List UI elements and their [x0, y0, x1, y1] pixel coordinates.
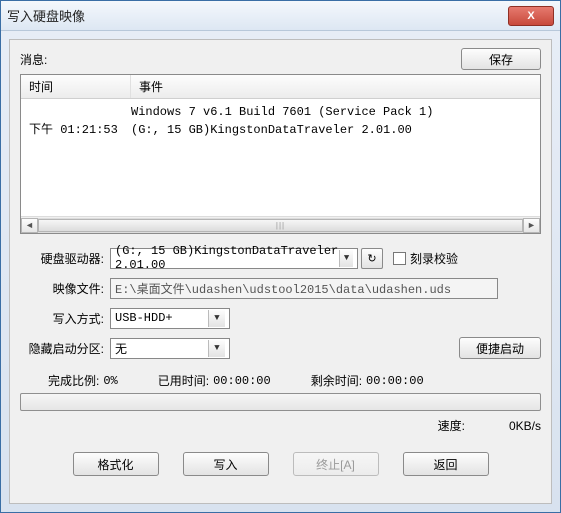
remain-value: 00:00:00 — [366, 374, 424, 388]
format-button[interactable]: 格式化 — [73, 452, 159, 476]
form-area: 硬盘驱动器: (G:, 15 GB)KingstonDataTraveler 2… — [20, 246, 541, 360]
save-button[interactable]: 保存 — [461, 48, 541, 70]
scroll-left-arrow-icon[interactable]: ◄ — [21, 218, 38, 233]
refresh-icon: ↻ — [367, 252, 376, 265]
window-title: 写入硬盘映像 — [7, 6, 85, 25]
chevron-down-icon: ▼ — [339, 250, 353, 267]
write-button[interactable]: 写入 — [183, 452, 269, 476]
scroll-thumb[interactable]: ||| — [38, 219, 523, 232]
verify-label: 刻录校验 — [410, 250, 458, 267]
checkbox-box-icon — [393, 252, 406, 265]
verify-checkbox[interactable]: 刻录校验 — [393, 250, 458, 267]
write-mode-combobox[interactable]: USB-HDD+ ▼ — [110, 308, 230, 329]
log-row: 下午 01:21:53 (G:, 15 GB)KingstonDataTrave… — [29, 121, 532, 139]
drive-label: 硬盘驱动器: — [20, 250, 110, 267]
speed-row: 速度: 0KB/s — [20, 417, 541, 434]
log-listview[interactable]: 时间 事件 Windows 7 v6.1 Build 7601 (Service… — [20, 74, 541, 234]
column-event-header[interactable]: 事件 — [131, 75, 540, 98]
scroll-track[interactable]: ||| — [38, 218, 523, 233]
log-header: 时间 事件 — [21, 75, 540, 99]
progress-bar — [20, 393, 541, 411]
file-label: 映像文件: — [20, 280, 110, 297]
button-row: 格式化 写入 终止[A] 返回 — [20, 452, 541, 476]
scroll-right-arrow-icon[interactable]: ► — [523, 218, 540, 233]
drive-value: (G:, 15 GB)KingstonDataTraveler 2.01.00 — [115, 244, 339, 272]
log-event: Windows 7 v6.1 Build 7601 (Service Pack … — [131, 103, 532, 121]
column-time-header[interactable]: 时间 — [21, 75, 131, 98]
speed-label: 速度: — [438, 417, 465, 434]
log-row: Windows 7 v6.1 Build 7601 (Service Pack … — [29, 103, 532, 121]
mode-label: 写入方式: — [20, 310, 110, 327]
horizontal-scrollbar[interactable]: ◄ ||| ► — [21, 216, 540, 233]
refresh-button[interactable]: ↻ — [361, 248, 383, 269]
back-button[interactable]: 返回 — [403, 452, 489, 476]
content-area: 消息: 保存 时间 事件 Windows 7 v6.1 Build 7601 (… — [9, 39, 552, 504]
hidden-boot-combobox[interactable]: 无 ▼ — [110, 338, 230, 359]
log-body: Windows 7 v6.1 Build 7601 (Service Pack … — [21, 99, 540, 216]
abort-button: 终止[A] — [293, 452, 379, 476]
drive-combobox[interactable]: (G:, 15 GB)KingstonDataTraveler 2.01.00 … — [110, 248, 358, 269]
hidden-boot-label: 隐藏启动分区: — [20, 340, 110, 357]
percent-label: 完成比例: — [48, 372, 99, 389]
title-bar[interactable]: 写入硬盘映像 X — [1, 1, 560, 31]
elapsed-label: 已用时间: — [158, 372, 209, 389]
percent-value: 0% — [103, 374, 117, 388]
quick-boot-button[interactable]: 便捷启动 — [459, 337, 541, 359]
log-time — [29, 103, 131, 121]
remain-label: 剩余时间: — [311, 372, 362, 389]
dialog-window: 写入硬盘映像 X 消息: 保存 时间 事件 Windows 7 v6.1 Bui… — [0, 0, 561, 513]
message-label: 消息: — [20, 51, 47, 68]
speed-value: 0KB/s — [481, 419, 541, 433]
mode-value: USB-HDD+ — [115, 311, 173, 325]
elapsed-value: 00:00:00 — [213, 374, 271, 388]
hidden-value: 无 — [115, 340, 127, 357]
chevron-down-icon: ▼ — [208, 310, 225, 327]
close-icon: X — [527, 10, 534, 22]
chevron-down-icon: ▼ — [208, 340, 225, 357]
close-button[interactable]: X — [508, 6, 554, 26]
status-row: 完成比例: 0% 已用时间: 00:00:00 剩余时间: 00:00:00 — [20, 372, 541, 389]
log-time: 下午 01:21:53 — [29, 121, 131, 139]
image-file-field[interactable] — [110, 278, 498, 299]
log-event: (G:, 15 GB)KingstonDataTraveler 2.01.00 — [131, 121, 532, 139]
